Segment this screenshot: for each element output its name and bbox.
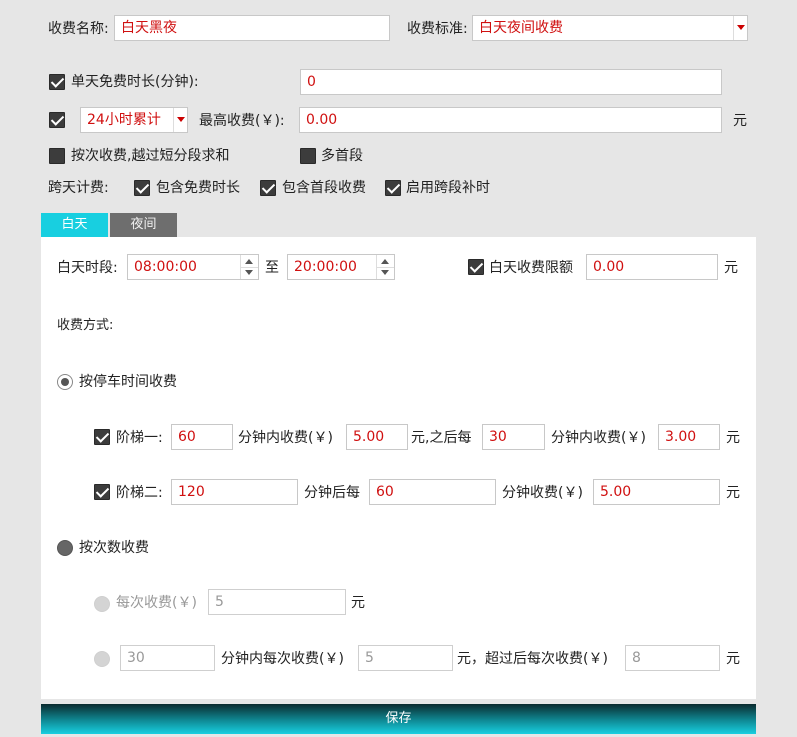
tier2-fee-input[interactable]: 5.00 — [593, 479, 720, 505]
day-end-time-input[interactable]: 20:00:00 — [287, 254, 395, 280]
count-mixed-within-label: 分钟内每次收费(￥) — [221, 651, 344, 667]
chevron-down-icon[interactable] — [173, 108, 187, 132]
enable-cross-label: 启用跨段补时 — [406, 180, 490, 196]
time-spinner[interactable] — [240, 255, 258, 279]
fee-name-input[interactable]: 白天黑夜 — [114, 15, 390, 41]
tab-day[interactable]: 白天 — [41, 213, 108, 237]
by-count-radio[interactable] — [57, 540, 73, 556]
max-fee-input[interactable]: 0.00 — [299, 107, 722, 133]
count-mixed-minutes-input[interactable]: 30 — [120, 645, 215, 671]
to-label: 至 — [265, 260, 279, 276]
tier1-checkbox[interactable] — [94, 429, 110, 445]
tier2-every-input[interactable]: 60 — [369, 479, 496, 505]
spin-down-icon[interactable] — [245, 270, 253, 275]
cross-day-label: 跨天计费: — [48, 180, 109, 196]
fee-standard-value: 白天夜间收费 — [479, 20, 563, 36]
day-start-time-value: 08:00:00 — [134, 259, 197, 275]
method-label: 收费方式: — [57, 318, 114, 333]
max-fee-checkbox[interactable] — [49, 112, 65, 128]
spin-down-icon[interactable] — [381, 270, 389, 275]
tier2-unit: 元 — [726, 485, 740, 501]
by-count-label: 按次数收费 — [79, 540, 149, 556]
day-period-label: 白天时段: — [57, 260, 118, 276]
count-mixed-after-label: 元，超过后每次收费(￥) — [457, 651, 608, 667]
per-count-unit: 元 — [351, 595, 365, 611]
free-duration-input[interactable]: 0 — [300, 69, 722, 95]
max-fee-label: 最高收费(￥): — [199, 113, 285, 129]
tier1-fee-input[interactable]: 5.00 — [346, 424, 408, 450]
multi-first-checkbox[interactable] — [300, 148, 316, 164]
include-first-label: 包含首段收费 — [282, 180, 366, 196]
save-button[interactable]: 保存 — [41, 704, 756, 734]
fee-standard-select[interactable]: 白天夜间收费 — [472, 15, 748, 41]
count-mixed-fee-input[interactable]: 5 — [358, 645, 453, 671]
tier1-minutes-input[interactable]: 60 — [171, 424, 233, 450]
include-first-checkbox[interactable] — [260, 180, 276, 196]
tier1-label: 阶梯一: — [116, 430, 163, 446]
day-end-time-value: 20:00:00 — [294, 259, 357, 275]
day-limit-checkbox[interactable] — [468, 259, 484, 275]
include-free-checkbox[interactable] — [134, 180, 150, 196]
tier2-after-label: 分钟后每 — [304, 485, 360, 501]
by-time-radio[interactable] — [57, 374, 73, 390]
per-time-label: 按次收费,越过短分段求和 — [71, 148, 230, 164]
per-count-radio[interactable] — [94, 596, 110, 612]
tier1-every-input[interactable]: 30 — [482, 424, 545, 450]
fee-standard-label: 收费标准: — [407, 21, 468, 37]
include-free-label: 包含免费时长 — [156, 180, 240, 196]
fee-name-label: 收费名称: — [48, 21, 109, 37]
spin-up-icon[interactable] — [245, 259, 253, 264]
per-time-checkbox[interactable] — [49, 148, 65, 164]
day-limit-unit: 元 — [724, 260, 738, 276]
day-limit-label: 白天收费限额 — [489, 260, 573, 276]
tier2-label: 阶梯二: — [116, 485, 163, 501]
accumulate-mode-value: 24小时累计 — [87, 112, 161, 128]
tab-night[interactable]: 夜间 — [110, 213, 177, 237]
tier2-checkbox[interactable] — [94, 484, 110, 500]
spin-up-icon[interactable] — [381, 259, 389, 264]
enable-cross-checkbox[interactable] — [385, 180, 401, 196]
tier1-after-label: 元,之后每 — [411, 430, 472, 446]
count-mixed-unit: 元 — [726, 651, 740, 667]
per-count-input[interactable]: 5 — [208, 589, 346, 615]
day-start-time-input[interactable]: 08:00:00 — [127, 254, 259, 280]
per-count-label: 每次收费(￥) — [116, 595, 197, 611]
accumulate-mode-select[interactable]: 24小时累计 — [80, 107, 188, 133]
chevron-down-icon[interactable] — [733, 16, 747, 40]
by-time-label: 按停车时间收费 — [79, 374, 177, 390]
day-limit-input[interactable]: 0.00 — [586, 254, 718, 280]
tier1-unit: 元 — [726, 430, 740, 446]
count-mixed-fee2-input[interactable]: 8 — [625, 645, 720, 671]
time-spinner[interactable] — [376, 255, 394, 279]
free-duration-label: 单天免费时长(分钟): — [71, 74, 199, 90]
free-duration-checkbox[interactable] — [49, 74, 65, 90]
day-panel — [41, 237, 756, 699]
tier2-minutes-input[interactable]: 120 — [171, 479, 298, 505]
tier1-within2-label: 分钟内收费(￥) — [551, 430, 646, 446]
tier2-fee-label: 分钟收费(￥) — [502, 485, 583, 501]
tier1-fee2-input[interactable]: 3.00 — [658, 424, 720, 450]
max-fee-unit: 元 — [733, 113, 747, 129]
count-mixed-radio[interactable] — [94, 651, 110, 667]
tier1-within-label: 分钟内收费(￥) — [238, 430, 333, 446]
multi-first-label: 多首段 — [321, 148, 363, 164]
